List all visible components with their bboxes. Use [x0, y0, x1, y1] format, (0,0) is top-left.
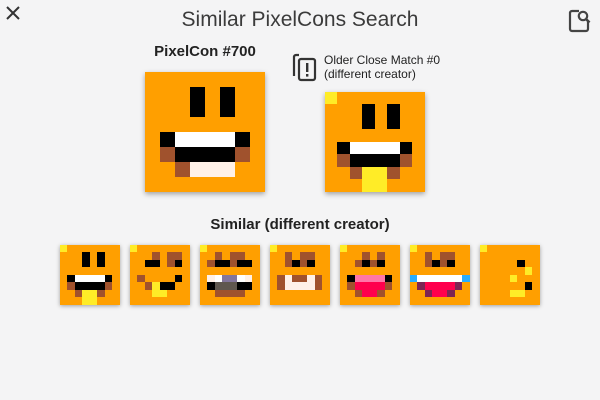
similar-pixelcon[interactable] [130, 245, 190, 305]
similar-pixelcon-image [200, 245, 260, 305]
main-pixelcon[interactable] [145, 72, 265, 192]
similar-pixelcon[interactable] [410, 245, 470, 305]
match-pixelcon-image [325, 92, 425, 192]
similar-pixelcon-image [60, 245, 120, 305]
similar-pixelcon[interactable] [340, 245, 400, 305]
similar-pixelcon-image [270, 245, 330, 305]
similar-pixelcon[interactable] [200, 245, 260, 305]
similar-pixelcon[interactable] [270, 245, 330, 305]
match-pixelcon[interactable] [325, 92, 425, 192]
similar-pixelcon-image [480, 245, 540, 305]
search-button[interactable] [567, 8, 593, 34]
similar-pixelcon[interactable] [480, 245, 540, 305]
similar-list [60, 245, 540, 305]
similar-title: Similar (different creator) [210, 216, 390, 233]
similar-pixelcon-image [340, 245, 400, 305]
search-icon [568, 9, 591, 33]
match-label: Older Close Match #0 (different creator) [324, 53, 440, 81]
match-label-line1: Older Close Match #0 [324, 53, 441, 67]
main-pixelcon-image [145, 72, 265, 192]
copy-icon [291, 53, 319, 83]
main-pixelcon-label: PixelCon #700 [154, 43, 256, 60]
similar-pixelcon-image [410, 245, 470, 305]
similar-pixelcon-image [130, 245, 190, 305]
match-label-line2: (different creator) [324, 67, 416, 81]
page-title: Similar PixelCons Search [181, 8, 419, 31]
similar-pixelcon[interactable] [60, 245, 120, 305]
